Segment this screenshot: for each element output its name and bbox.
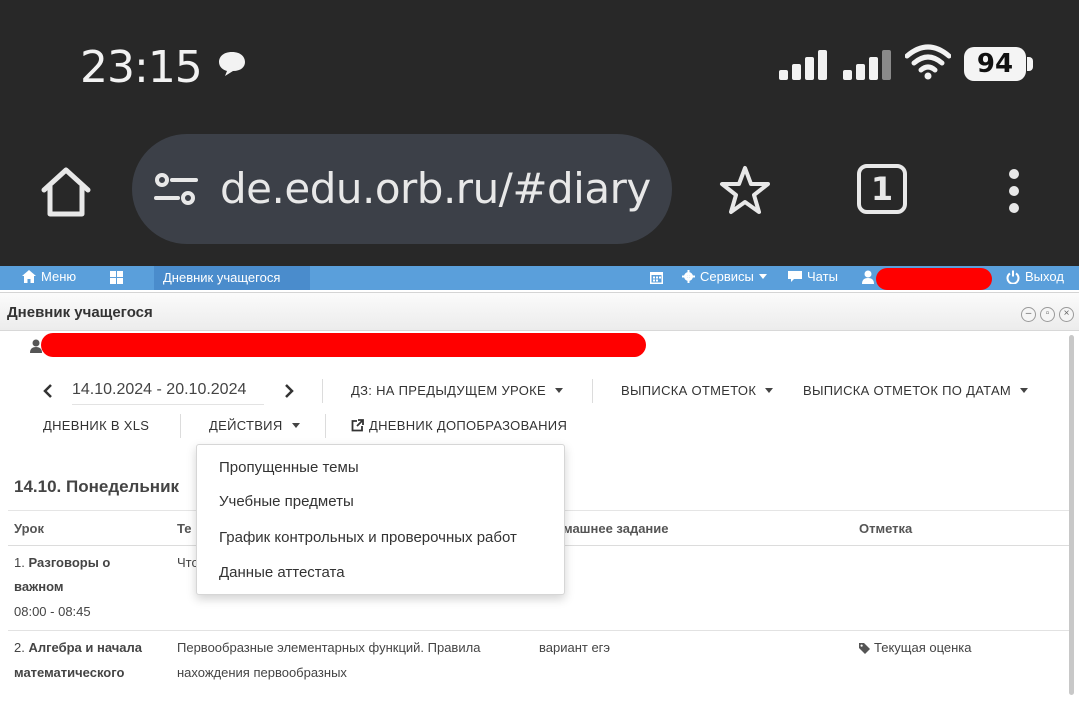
external-link-icon [351,419,364,432]
lesson-name-line1: Алгебра и начала [28,640,143,655]
logout-label: Выход [1025,269,1064,284]
chevron-down-icon [758,274,767,279]
menu-item-tests-schedule[interactable]: График контрольных и проверочных работ [219,529,517,546]
lesson-number: 2. [14,640,25,655]
extra-education-diary-link[interactable]: ДНЕВНИК ДОПОБРАЗОВАНИЯ [351,418,567,433]
gear-icon [682,270,695,283]
restore-icon[interactable]: ▫ [1040,307,1055,322]
chats-label: Чаты [807,269,838,284]
menu-item-subjects[interactable]: Учебные предметы [219,493,354,510]
menu-item-missed-topics[interactable]: Пропущенные темы [219,459,359,476]
tag-icon [859,642,870,654]
lesson-name-line2: важном [14,579,64,594]
minimize-icon[interactable]: – [1021,307,1036,322]
caret-down-icon [291,423,300,428]
tab-student-diary-label: Дневник учащегося [163,270,281,285]
site-settings-icon[interactable] [154,170,198,210]
menu-button[interactable]: Меню [22,269,76,284]
lesson-mark[interactable]: Текущая оценка [859,636,972,660]
homework-mode-dropdown[interactable]: ДЗ: НА ПРЕДЫДУЩЕМ УРОКЕ [351,383,563,398]
actions-label: ДЕЙСТВИЯ [209,418,283,433]
signal-sim1-icon [779,48,827,80]
redacted-student-name [41,333,646,357]
marks-extract-label: ВЫПИСКА ОТМЕТОК [621,383,757,398]
marks-by-dates-label: ВЫПИСКА ОТМЕТОК ПО ДАТАМ [803,383,1012,398]
user-icon[interactable] [862,270,874,284]
toolbar-divider [325,414,326,438]
site-top-nav: Меню Дневник учащегося Сервисы Чаты Выхо… [0,266,1079,290]
lesson-homework: вариант егэ [539,640,611,655]
diary-xls-label: ДНЕВНИК В XLS [43,418,150,433]
status-clock: 23:15 [80,42,203,93]
home-icon [22,270,36,283]
caret-down-icon [554,388,563,393]
tabs-counter-button[interactable]: 1 [857,164,907,214]
column-header-lesson: Урок [14,521,44,536]
redacted-user-name [876,268,992,290]
lesson-name-line1: Разговоры о [28,555,111,570]
address-bar[interactable]: de.edu.orb.ru/#diary [132,134,672,244]
mark-label: Текущая оценка [874,640,972,655]
wifi-icon [905,44,951,80]
comment-icon [788,270,802,282]
day-title: 14.10. Понедельник [14,477,180,496]
lesson-topic-line1: Первообразные элементарных функций. Прав… [177,640,481,655]
lesson-number: 1. [14,555,25,570]
power-icon [1006,270,1020,284]
table-row: 2. Алгебра и начала математического Перв… [8,632,1071,702]
more-menu-icon[interactable] [1000,166,1028,216]
apps-grid-icon[interactable] [110,271,123,284]
chevron-right-icon[interactable] [284,384,294,398]
homework-mode-label: ДЗ: НА ПРЕДЫДУЩЕМ УРОКЕ [351,383,546,398]
actions-dropdown[interactable]: ДЕЙСТВИЯ [209,418,300,433]
window-titlebar: Дневник учащегося – ▫ × [0,293,1079,331]
lesson-name[interactable]: 1. Разговоры о [14,551,110,575]
column-header-mark: Отметка [859,521,913,536]
marks-by-dates-dropdown[interactable]: ВЫПИСКА ОТМЕТОК ПО ДАТАМ [803,383,1029,398]
diary-xls-button[interactable]: ДНЕВНИК В XLS [43,418,149,433]
caret-down-icon [1020,388,1029,393]
bookmark-star-icon[interactable] [718,164,772,218]
tab-student-diary[interactable]: Дневник учащегося [154,266,310,290]
services-menu[interactable]: Сервисы [682,269,767,284]
extra-education-diary-label: ДНЕВНИК ДОПОБРАЗОВАНИЯ [369,418,568,433]
browser-toolbar: de.edu.orb.ru/#diary 1 [0,130,1079,266]
actions-dropdown-menu: Пропущенные темы Учебные предметы График… [196,444,565,595]
menu-label: Меню [41,269,77,284]
chats-link[interactable]: Чаты [788,269,838,284]
calendar-icon[interactable] [650,271,663,284]
date-range-field[interactable]: 14.10.2024 - 20.10.2024 [72,377,264,405]
signal-sim2-icon [843,48,891,80]
column-header-topic: Те [177,521,192,536]
close-icon[interactable]: × [1059,307,1074,322]
logout-button[interactable]: Выход [1006,269,1064,284]
lesson-time: 08:00 - 08:45 [14,604,91,619]
lesson-name[interactable]: 2. Алгебра и начала [14,636,142,660]
lesson-name-line2: математического [14,665,125,680]
window-title: Дневник учащегося [7,304,153,321]
services-label: Сервисы [700,269,754,284]
status-bar: 23:15 94 [0,0,1079,130]
chevron-left-icon[interactable] [43,384,53,398]
caret-down-icon [765,388,774,393]
window-scrollbar[interactable] [1069,335,1074,695]
battery-level: 94 [964,47,1026,81]
column-header-homework: машнее задание [563,521,669,536]
battery-tip [1027,57,1033,71]
toolbar-divider [180,414,181,438]
menu-item-certificate-data[interactable]: Данные аттестата [219,564,345,581]
home-icon[interactable] [38,164,94,220]
chat-bubble-icon [219,52,245,76]
url-text[interactable]: de.edu.orb.ru/#diary [220,164,651,213]
marks-extract-dropdown[interactable]: ВЫПИСКА ОТМЕТОК [621,383,774,398]
lesson-topic-line2: нахождения первообразных [177,665,347,680]
toolbar-divider [322,379,323,403]
toolbar-divider [592,379,593,403]
